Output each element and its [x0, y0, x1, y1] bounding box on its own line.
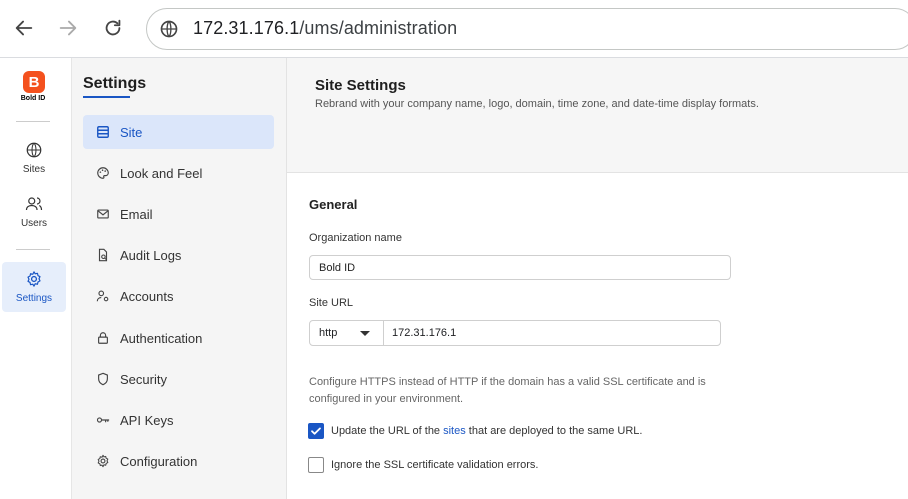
- gear-icon: [27, 271, 41, 287]
- rail-item-sites[interactable]: Sites: [2, 134, 66, 182]
- document-search-icon: [96, 248, 110, 262]
- sidebar-item-label: Look and Feel: [120, 165, 203, 181]
- title-underline: [83, 96, 130, 98]
- update-url-checkbox[interactable]: [308, 423, 324, 439]
- rail-label-sites: Sites: [22, 164, 46, 175]
- reload-button[interactable]: [97, 12, 129, 44]
- settings-sidebar: Settings Site Look and Feel Email Audit …: [72, 58, 287, 499]
- forward-button[interactable]: [52, 12, 84, 44]
- rail-divider: [16, 249, 50, 250]
- arrow-right-icon: [59, 20, 77, 36]
- key-icon: [96, 413, 110, 427]
- page-title: Site Settings: [315, 77, 406, 94]
- sidebar-item-authentication[interactable]: Authentication: [83, 321, 274, 355]
- site-url-label: Site URL: [309, 297, 354, 309]
- ignore-ssl-checkbox[interactable]: [308, 457, 324, 473]
- sidebar-item-label: Configuration: [120, 453, 198, 469]
- rail-divider: [16, 121, 50, 122]
- reload-icon: [105, 19, 121, 36]
- https-help-text: Configure HTTPS instead of HTTP if the d…: [309, 376, 706, 405]
- palette-icon: [96, 166, 110, 180]
- app-rail: B Bold ID Sites Users Settings: [0, 58, 72, 499]
- sidebar-item-label: API Keys: [120, 412, 174, 428]
- sidebar-item-label: Site: [120, 124, 143, 140]
- sidebar-item-security[interactable]: Security: [83, 362, 274, 396]
- org-name-input[interactable]: Bold ID: [309, 255, 731, 280]
- rail-label-users: Users: [20, 218, 48, 229]
- rail-item-settings[interactable]: Settings: [2, 262, 66, 312]
- logo-letter: B: [28, 73, 40, 91]
- section-title: General: [309, 197, 358, 212]
- sites-link[interactable]: sites: [443, 425, 466, 437]
- site-url-value: 172.31.176.1: [392, 327, 457, 339]
- update-url-option[interactable]: Update the URL of the sites that are dep…: [308, 423, 642, 439]
- users-icon: [25, 197, 43, 211]
- check-icon: [311, 427, 321, 435]
- globe-icon[interactable]: [159, 19, 179, 39]
- lock-icon: [96, 331, 110, 345]
- sidebar-item-label: Security: [120, 371, 167, 387]
- gear-icon: [96, 454, 110, 468]
- page-subtitle: Rebrand with your company name, logo, do…: [315, 98, 759, 110]
- sidebar-item-look-and-feel[interactable]: Look and Feel: [83, 156, 274, 190]
- update-url-text-before: Update the URL of the: [331, 425, 444, 437]
- rail-label-settings: Settings: [15, 293, 53, 304]
- update-url-text-after: that are deployed to the same URL.: [465, 425, 643, 437]
- sidebar-item-audit-logs[interactable]: Audit Logs: [83, 238, 274, 272]
- url-host: 172.31.176.1: [193, 18, 300, 38]
- shield-icon: [96, 372, 110, 386]
- back-button[interactable]: [8, 12, 40, 44]
- page-header: Site Settings Rebrand with your company …: [287, 58, 908, 173]
- mail-icon: [96, 207, 110, 221]
- protocol-select[interactable]: http: [309, 320, 384, 346]
- org-name-value: Bold ID: [319, 261, 356, 274]
- bold-id-logo[interactable]: B: [23, 71, 45, 93]
- address-bar[interactable]: 172.31.176.1/ums/administration: [146, 8, 908, 50]
- update-url-text: Update the URL of the sites that are dep…: [331, 425, 642, 437]
- sidebar-title: Settings: [83, 75, 147, 92]
- site-url-input[interactable]: 172.31.176.1: [383, 320, 721, 346]
- sidebar-item-label: Audit Logs: [120, 247, 182, 263]
- sidebar-item-api-keys[interactable]: API Keys: [83, 403, 274, 437]
- sidebar-item-label: Accounts: [120, 288, 174, 304]
- ignore-ssl-label: Ignore the SSL certificate validation er…: [331, 459, 539, 471]
- sidebar-item-configuration[interactable]: Configuration: [83, 444, 274, 478]
- arrow-left-icon: [15, 20, 33, 36]
- caret-down-icon: [360, 331, 370, 336]
- site-list-icon: [96, 125, 110, 139]
- sidebar-item-email[interactable]: Email: [83, 197, 274, 231]
- sidebar-item-label: Authentication: [120, 330, 203, 346]
- globe-icon: [26, 142, 42, 158]
- url-text[interactable]: 172.31.176.1/ums/administration: [193, 18, 457, 39]
- url-path: /ums/administration: [299, 18, 458, 38]
- org-name-label: Organization name: [309, 232, 402, 244]
- sidebar-item-label: Email: [120, 206, 153, 222]
- browser-toolbar: 172.31.176.1/ums/administration: [0, 0, 908, 58]
- rail-item-users[interactable]: Users: [2, 188, 66, 236]
- ignore-ssl-option[interactable]: Ignore the SSL certificate validation er…: [308, 457, 538, 473]
- sidebar-item-site[interactable]: Site: [83, 115, 274, 149]
- protocol-value: http: [319, 327, 338, 339]
- sidebar-item-accounts[interactable]: Accounts: [83, 279, 274, 313]
- logo-text: Bold ID: [20, 95, 46, 102]
- main-content: Site Settings Rebrand with your company …: [287, 58, 908, 499]
- account-gear-icon: [96, 289, 110, 303]
